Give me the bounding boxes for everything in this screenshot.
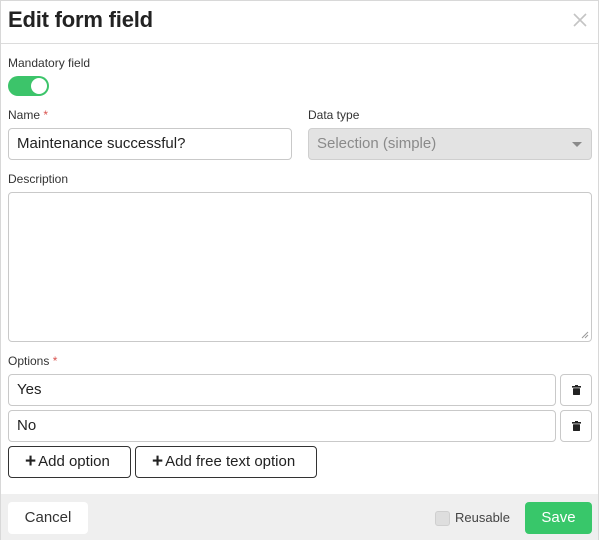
add-free-text-option-button[interactable]: + Add free text option (135, 446, 317, 478)
save-button[interactable]: Save (525, 502, 592, 534)
required-marker: * (52, 354, 58, 368)
reusable-label: Reusable (455, 510, 510, 525)
delete-option-button[interactable] (560, 374, 592, 406)
data-type-label: Data type (308, 108, 360, 122)
option-input[interactable]: Yes (8, 374, 556, 406)
name-label: Name * (8, 108, 48, 122)
add-option-label: Add option (38, 453, 110, 470)
description-textarea[interactable] (8, 192, 592, 342)
resize-handle-icon[interactable] (581, 331, 589, 339)
toggle-knob (31, 78, 47, 94)
chevron-down-icon (572, 142, 582, 147)
plus-icon: + (25, 451, 37, 472)
name-input[interactable]: Maintenance successful? (8, 128, 292, 160)
options-label-text: Options (8, 354, 50, 368)
dialog-footer: Cancel Reusable Save (1, 494, 598, 540)
option-input[interactable]: No (8, 410, 556, 442)
edit-form-field-dialog: Edit form field Mandatory field Name * M… (0, 0, 599, 540)
dialog-title: Edit form field (8, 7, 153, 32)
name-label-text: Name (8, 108, 41, 122)
required-marker: * (43, 108, 49, 122)
add-free-text-option-label: Add free text option (165, 453, 296, 470)
data-type-select[interactable]: Selection (simple) (308, 128, 592, 160)
cancel-button[interactable]: Cancel (8, 502, 88, 534)
mandatory-field-label: Mandatory field (8, 56, 91, 70)
trash-icon (572, 421, 581, 431)
dialog-header: Edit form field (1, 1, 598, 44)
mandatory-toggle[interactable] (8, 76, 49, 96)
close-icon[interactable] (571, 11, 589, 29)
add-option-button[interactable]: + Add option (8, 446, 131, 478)
reusable-checkbox[interactable] (435, 511, 450, 526)
description-label: Description (8, 172, 69, 186)
options-label: Options * (8, 354, 57, 368)
data-type-value: Selection (simple) (317, 135, 437, 152)
trash-icon (572, 385, 581, 395)
delete-option-button[interactable] (560, 410, 592, 442)
plus-icon: + (152, 451, 164, 472)
